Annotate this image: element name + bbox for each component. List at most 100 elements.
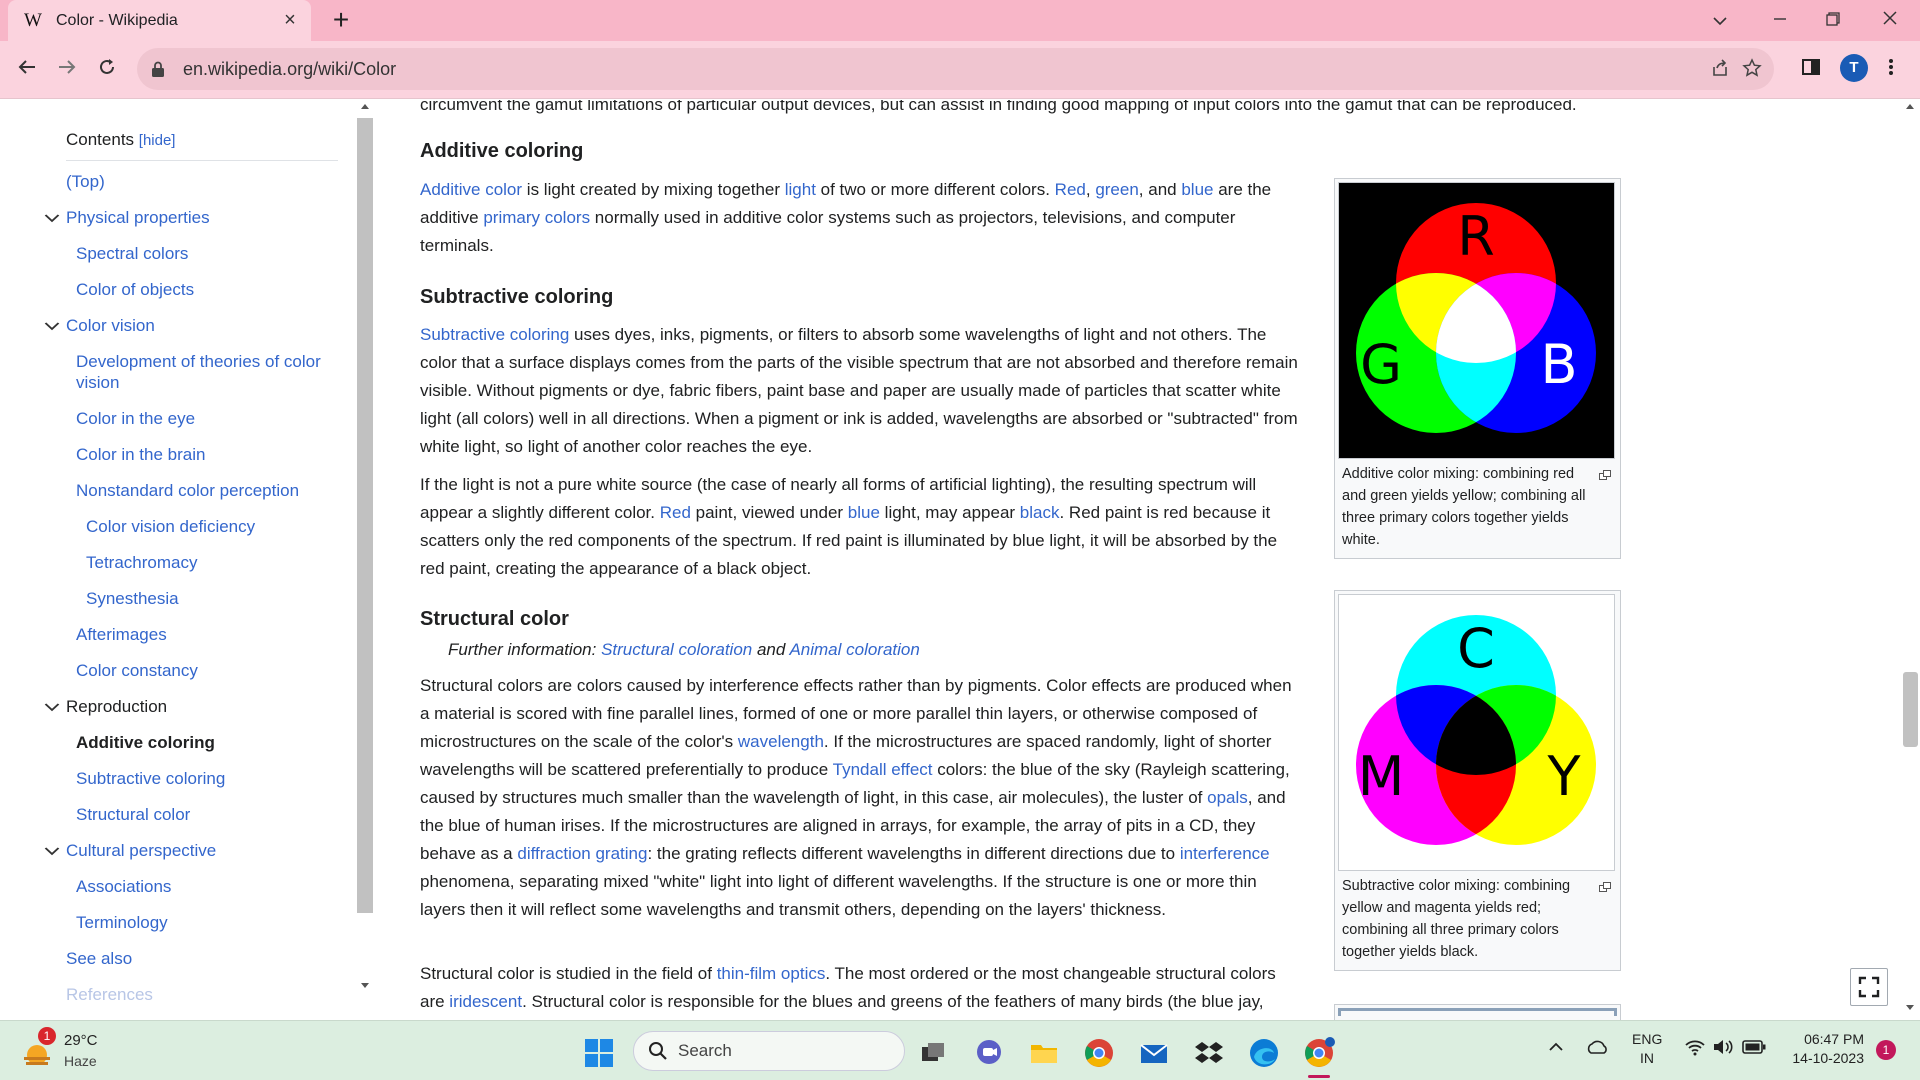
toc-scrollbar[interactable] (356, 100, 374, 1010)
toc-expand-chevron-icon[interactable] (44, 315, 60, 337)
new-tab-plus-icon[interactable]: + (326, 6, 356, 36)
text-run: Structural color is studied in the field… (420, 964, 717, 983)
task-view-icon[interactable] (918, 1037, 950, 1069)
article-link[interactable]: iridescent (449, 992, 522, 1011)
tab-search-chevron-icon[interactable] (1700, 6, 1740, 34)
toc-item[interactable]: See also (66, 948, 338, 969)
subtractive-letter-m: M (1358, 745, 1405, 808)
toc-item[interactable]: Color in the brain (66, 444, 338, 465)
weather-temp[interactable]: 29°C (64, 1032, 98, 1049)
teams-chat-icon[interactable] (973, 1037, 1005, 1069)
toc-expand-chevron-icon[interactable] (44, 207, 60, 229)
side-panel-icon[interactable] (1801, 57, 1821, 83)
restore-icon[interactable] (1813, 6, 1853, 34)
toc-item[interactable]: Cultural perspective (44, 840, 338, 861)
article-link[interactable]: diffraction grating (517, 844, 647, 863)
onedrive-cloud-icon[interactable] (1585, 1039, 1609, 1058)
language-indicator[interactable]: ENG IN (1632, 1031, 1662, 1066)
notification-badge[interactable]: 1 (1876, 1040, 1896, 1060)
article-link[interactable]: thin-film optics (717, 964, 826, 983)
text-run: , and (1138, 180, 1182, 199)
bookmark-star-icon[interactable] (1742, 58, 1762, 84)
taskbar-search[interactable]: Search (633, 1031, 905, 1071)
show-hidden-icons-chevron-icon[interactable] (1548, 1039, 1564, 1055)
toc-item[interactable]: Terminology (66, 912, 338, 933)
wifi-icon[interactable] (1684, 1038, 1706, 1059)
toc-item[interactable]: Color in the eye (66, 408, 338, 429)
toc-expand-chevron-icon[interactable] (44, 840, 60, 862)
dropbox-icon[interactable] (1193, 1037, 1225, 1069)
browser-tab-active[interactable]: W Color - Wikipedia × (8, 0, 311, 41)
chrome-profile-icon[interactable] (1303, 1037, 1335, 1069)
text-run: phenomena, separating mixed "white" ligh… (420, 872, 1257, 919)
toc-item[interactable]: Color vision (44, 315, 338, 336)
toc-item[interactable]: Development of theories of color vision (66, 351, 338, 393)
article-link[interactable]: light (785, 180, 816, 199)
fullscreen-toggle-button[interactable] (1850, 968, 1888, 1006)
article-link[interactable]: blue (848, 503, 880, 522)
chrome-icon[interactable] (1083, 1037, 1115, 1069)
file-explorer-icon[interactable] (1028, 1037, 1060, 1069)
reload-icon[interactable] (92, 55, 122, 85)
article-link[interactable]: wavelength (738, 732, 824, 751)
toc-item[interactable]: Additive coloring (66, 732, 338, 753)
article-link[interactable]: Animal coloration (789, 640, 919, 659)
toc-item[interactable]: Color vision deficiency (66, 516, 338, 537)
paragraph-subtractive-2: If the light is not a pure white source … (420, 471, 1305, 583)
toc-item[interactable]: Afterimages (66, 624, 338, 645)
toc-item[interactable]: Synesthesia (66, 588, 338, 609)
toc-item[interactable]: (Top) (66, 171, 338, 192)
close-window-icon[interactable] (1870, 6, 1910, 34)
edge-icon[interactable] (1248, 1037, 1280, 1069)
article-link[interactable]: interference (1180, 844, 1270, 863)
article-link[interactable]: green (1095, 180, 1138, 199)
subtractive-color-diagram[interactable]: C M Y (1338, 594, 1615, 871)
toc-item[interactable]: Associations (66, 876, 338, 897)
toc-item-label: Spectral colors (76, 244, 189, 263)
battery-icon[interactable] (1742, 1040, 1766, 1057)
toc-item[interactable]: Subtractive coloring (66, 768, 338, 789)
toc-item[interactable]: Structural color (66, 804, 338, 825)
toc-item[interactable]: References (66, 984, 338, 1005)
toc-item-label: Physical properties (66, 208, 210, 227)
profile-avatar[interactable]: T (1840, 54, 1868, 82)
toc-list: (Top) Physical properties Spectral colors C… (44, 171, 338, 1005)
article-link[interactable]: blue (1181, 180, 1213, 199)
toc-item-label: Color in the brain (76, 445, 206, 464)
text-run: is light created by mixing together (522, 180, 785, 199)
mail-icon[interactable] (1138, 1037, 1170, 1069)
toc-item[interactable]: Color of objects (66, 279, 338, 300)
article-link[interactable]: Additive color (420, 180, 522, 199)
toc-hide-link[interactable]: [hide] (139, 132, 176, 149)
page-scrollbar[interactable] (1900, 100, 1920, 1020)
heading-additive-coloring: Additive coloring (420, 140, 584, 162)
article-link[interactable]: opals (1207, 788, 1248, 807)
clock[interactable]: 06:47 PM 14-10-2023 (1782, 1031, 1864, 1066)
toc-item[interactable]: Nonstandard color perception (66, 480, 338, 501)
minimize-icon[interactable] (1760, 6, 1800, 34)
enlarge-icon[interactable] (1599, 877, 1611, 899)
toc-item[interactable]: Physical properties (44, 207, 338, 228)
address-bar[interactable]: en.wikipedia.org/wiki/Color (137, 48, 1774, 90)
additive-color-diagram[interactable]: R G B (1338, 182, 1615, 459)
share-icon[interactable] (1710, 58, 1730, 84)
article-link[interactable]: Tyndall effect (833, 760, 933, 779)
article-link[interactable]: Red (1055, 180, 1086, 199)
forward-arrow-icon[interactable] (52, 55, 82, 85)
enlarge-icon[interactable] (1599, 465, 1611, 487)
start-windows-icon[interactable] (583, 1037, 615, 1069)
article-link[interactable]: Subtractive coloring (420, 325, 569, 344)
toc-item[interactable]: Tetrachromacy (66, 552, 338, 573)
back-arrow-icon[interactable] (12, 55, 42, 85)
close-tab-icon[interactable]: × (279, 9, 301, 32)
toc-item[interactable]: Spectral colors (66, 243, 338, 264)
toc-item[interactable]: Color constancy (66, 660, 338, 681)
toc-item[interactable]: Reproduction (44, 696, 338, 717)
article-link[interactable]: black (1020, 503, 1060, 522)
article-link[interactable]: Structural coloration (601, 640, 752, 659)
article-link[interactable]: Red (660, 503, 691, 522)
toc-expand-chevron-icon[interactable] (44, 696, 60, 718)
article-link[interactable]: primary colors (483, 208, 590, 227)
more-options-icon[interactable] (1888, 57, 1894, 83)
volume-icon[interactable] (1712, 1038, 1734, 1059)
